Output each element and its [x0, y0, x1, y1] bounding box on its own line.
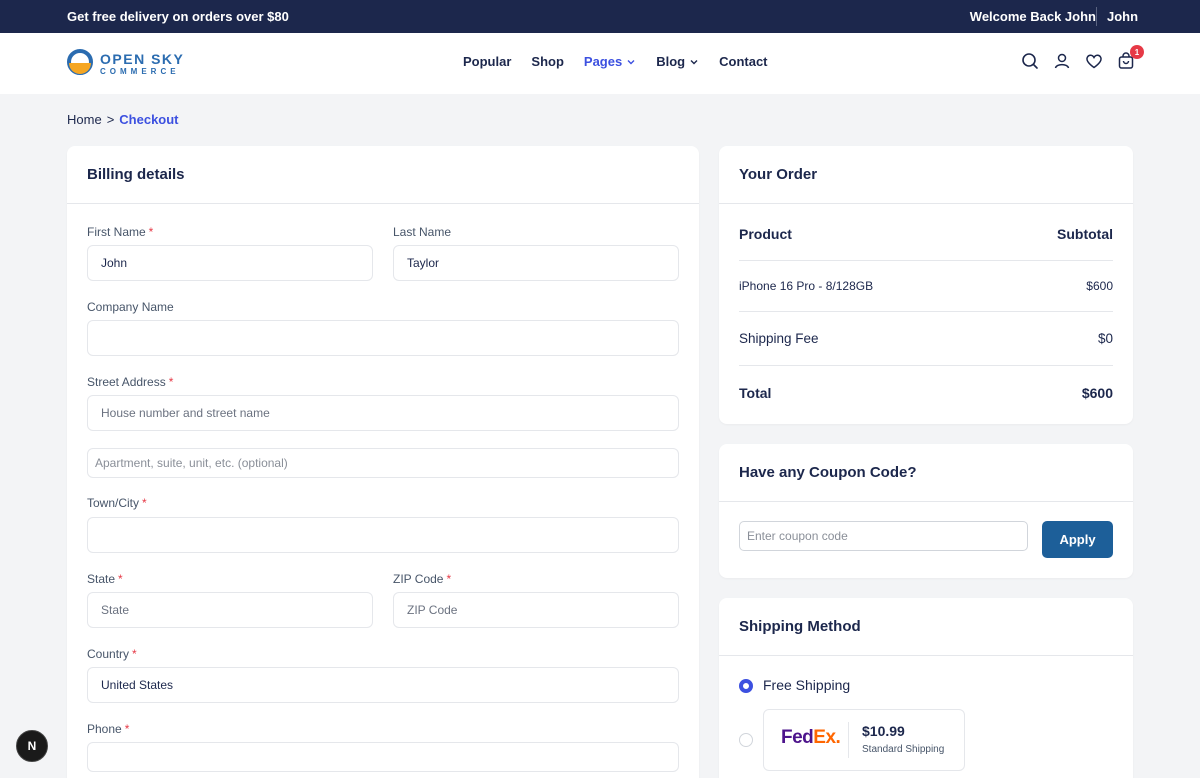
wishlist-button[interactable] [1084, 51, 1104, 71]
logo-mark-icon [67, 49, 93, 75]
state-label: State * [87, 572, 123, 586]
card-divider [719, 501, 1133, 502]
subtotal-column-header: Subtotal [1057, 226, 1113, 242]
search-button[interactable] [1020, 51, 1040, 71]
street-address-input[interactable]: House number and street name [87, 395, 679, 431]
shipping-method-title: Shipping Method [739, 618, 861, 635]
fedex-shipping-option[interactable]: FedEx. $10.99 Standard Shipping [763, 709, 965, 771]
nav-item-contact[interactable]: Contact [719, 54, 767, 69]
town-city-label: Town/City * [87, 496, 147, 510]
topbar-divider [1096, 7, 1097, 26]
welcome-text: Welcome Back John [969, 9, 1096, 24]
breadcrumb-separator: > [106, 112, 115, 127]
company-name-label: Company Name [87, 300, 174, 314]
nextjs-dev-button[interactable]: N [16, 730, 48, 762]
apartment-input[interactable]: Apartment, suite, unit, etc. (optional) [87, 448, 679, 478]
breadcrumb-current: Checkout [119, 112, 179, 127]
order-item-price: $600 [1086, 279, 1113, 293]
main-nav: Popular Shop Pages Blog Contact [463, 54, 768, 69]
country-label: Country * [87, 647, 137, 661]
phone-label: Phone * [87, 722, 130, 736]
chevron-down-icon [690, 59, 698, 64]
cart-button[interactable]: 1 [1116, 45, 1144, 71]
user-icon [1054, 53, 1070, 69]
first-name-input[interactable]: John [87, 245, 373, 281]
nav-item-shop[interactable]: Shop [531, 54, 564, 69]
card-divider [719, 203, 1133, 204]
total-value: $600 [1081, 385, 1113, 401]
free-shipping-label[interactable]: Free Shipping [763, 677, 850, 693]
row-divider [739, 365, 1113, 366]
order-summary-card: Your Order Product Subtotal iPhone 16 Pr… [719, 146, 1133, 424]
row-divider [739, 260, 1113, 261]
free-shipping-radio[interactable] [739, 679, 753, 693]
street-address-label: Street Address * [87, 375, 174, 389]
promo-text: Get free delivery on orders over $80 [67, 9, 289, 24]
nav-item-popular[interactable]: Popular [463, 54, 511, 69]
option-divider [848, 722, 849, 758]
total-row: Total $600 [739, 385, 1113, 401]
order-item-name: iPhone 16 Pro - 8/128GB [739, 279, 874, 293]
phone-input[interactable] [87, 742, 679, 772]
row-divider [739, 311, 1113, 312]
breadcrumb: Home > Checkout [67, 112, 179, 127]
top-bar: Get free delivery on orders over $80 Wel… [0, 0, 1200, 33]
order-item-row: iPhone 16 Pro - 8/128GB $600 [739, 279, 1113, 293]
heart-icon [1086, 54, 1102, 69]
order-title: Your Order [739, 166, 818, 183]
nav-item-blog[interactable]: Blog [656, 54, 699, 69]
breadcrumb-home[interactable]: Home [67, 112, 102, 127]
fedex-shipping-radio[interactable] [739, 733, 753, 747]
chevron-down-icon [627, 59, 635, 64]
account-button[interactable] [1052, 51, 1072, 71]
card-divider [719, 655, 1133, 656]
card-divider [67, 203, 699, 204]
state-input[interactable]: State [87, 592, 373, 628]
search-icon [1022, 53, 1038, 69]
total-label: Total [739, 385, 772, 401]
shipping-method-card: Shipping Method Free Shipping FedEx. $10… [719, 598, 1133, 778]
cart-count-badge: 1 [1130, 45, 1144, 59]
shipping-fee-label: Shipping Fee [739, 331, 819, 346]
apply-coupon-button[interactable]: Apply [1042, 521, 1113, 558]
billing-details-card: Billing details First Name * John Last Na… [67, 146, 699, 778]
last-name-input[interactable]: Taylor [393, 245, 679, 281]
zip-code-input[interactable]: ZIP Code [393, 592, 679, 628]
billing-title: Billing details [87, 166, 185, 183]
country-select[interactable]: United States [87, 667, 679, 703]
logo-brand: OPEN SKY [100, 51, 185, 67]
product-column-header: Product [739, 226, 792, 242]
nav-item-pages[interactable]: Pages [584, 54, 636, 69]
nav-label: Pages [583, 54, 623, 69]
order-header-row: Product Subtotal [739, 226, 1113, 242]
fedex-price: $10.99 [862, 723, 905, 739]
nav-label: Popular [463, 54, 512, 69]
shipping-fee-row: Shipping Fee $0 [739, 331, 1113, 346]
coupon-card: Have any Coupon Code? Enter coupon code … [719, 444, 1133, 578]
nav-label: Shop [531, 54, 564, 69]
header-icons: 1 [1020, 45, 1144, 71]
town-city-input[interactable] [87, 517, 679, 553]
shipping-fee-value: $0 [1097, 331, 1113, 346]
user-name-link[interactable]: John [1107, 9, 1138, 24]
first-name-label: First Name * [87, 225, 154, 239]
company-name-input[interactable] [87, 320, 679, 356]
nav-label: Contact [719, 54, 768, 69]
fedex-logo: FedEx. [781, 727, 841, 748]
zip-code-label: ZIP Code * [393, 572, 452, 586]
site-header: OPEN SKY COMMERCE Popular Shop Pages Blo… [0, 33, 1200, 94]
nav-label: Blog [656, 54, 686, 69]
fedex-shipping-type: Standard Shipping [862, 744, 945, 755]
coupon-code-input[interactable]: Enter coupon code [739, 521, 1028, 551]
last-name-label: Last Name [393, 225, 452, 239]
coupon-title: Have any Coupon Code? [739, 464, 917, 481]
site-logo[interactable]: OPEN SKY COMMERCE [67, 47, 207, 79]
logo-subtitle: COMMERCE [100, 67, 180, 76]
